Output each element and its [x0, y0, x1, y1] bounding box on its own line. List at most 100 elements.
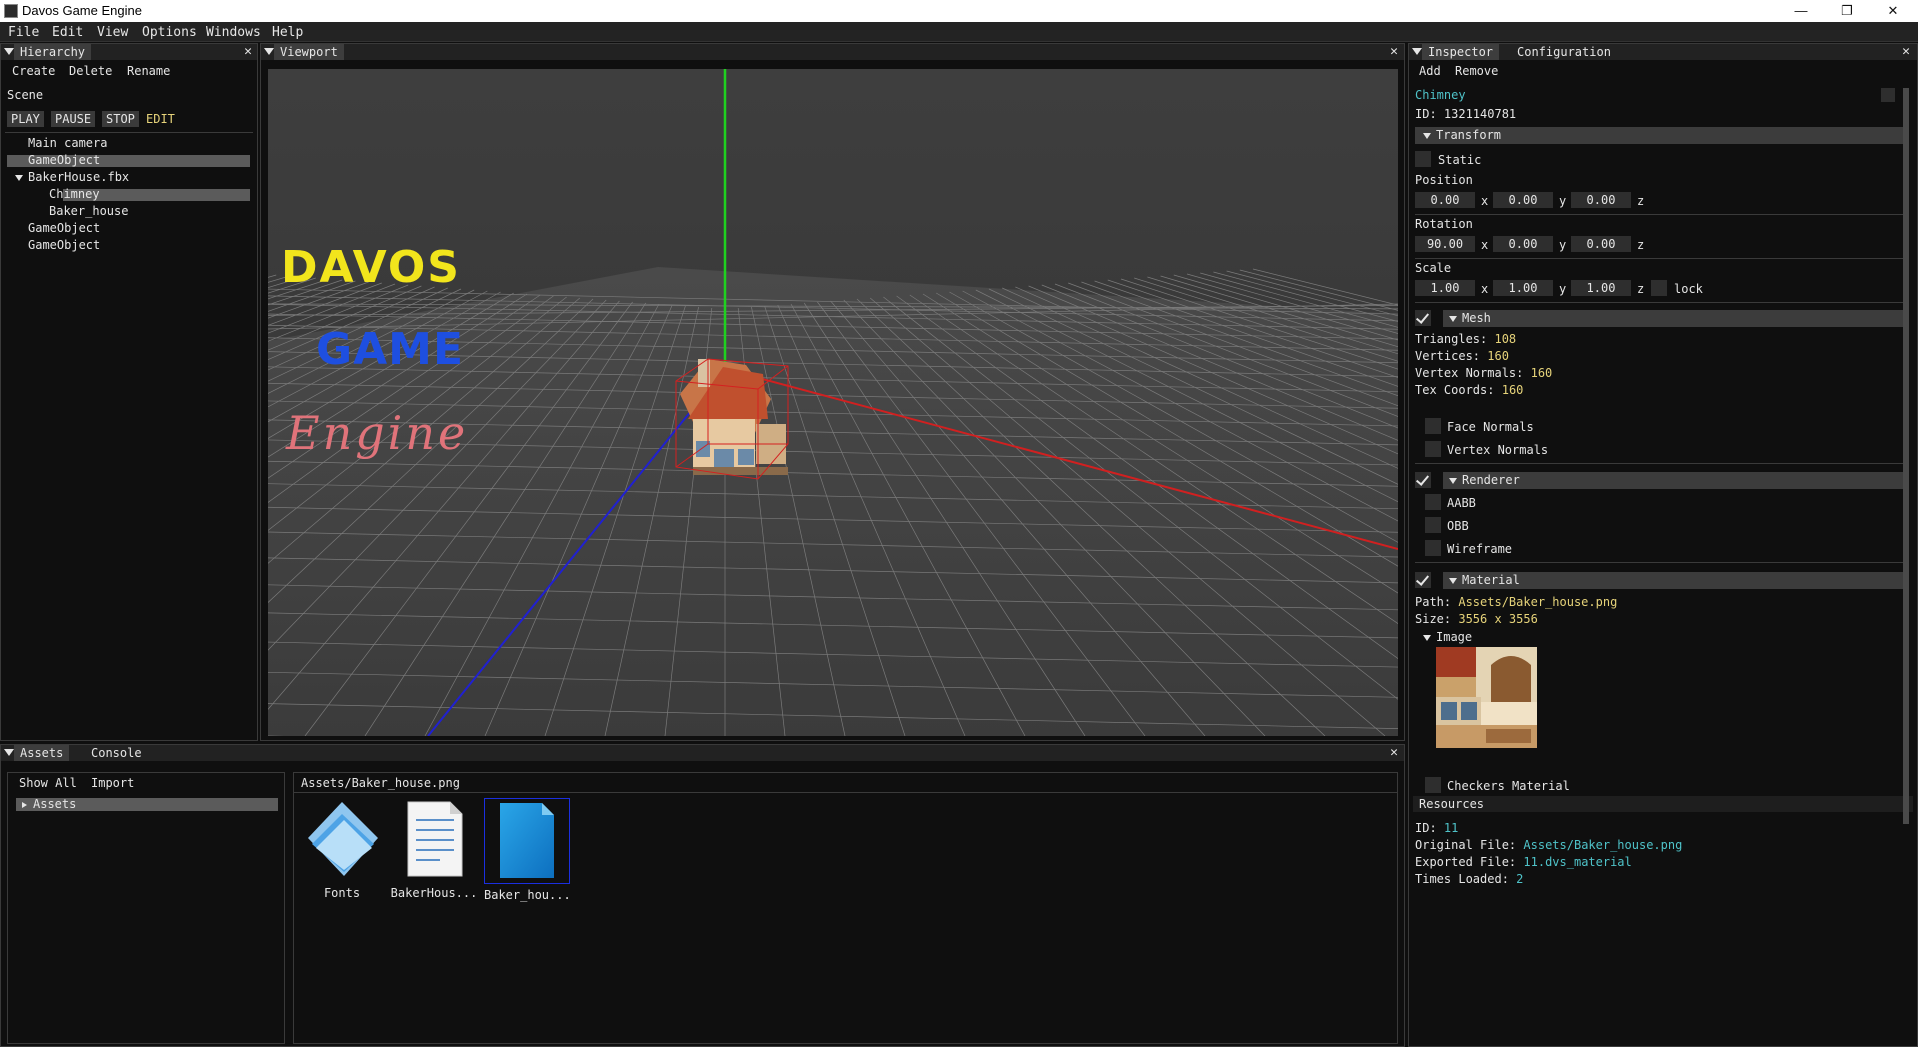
- tab-inspector[interactable]: Inspector: [1422, 44, 1500, 60]
- close-icon[interactable]: ✕: [241, 44, 255, 60]
- tree-item-bakerhouse[interactable]: BakerHouse.fbx: [15, 170, 129, 184]
- add-component-button[interactable]: Add: [1419, 64, 1441, 78]
- scale-lock-checkbox[interactable]: [1651, 280, 1667, 296]
- menu-view[interactable]: View: [97, 25, 128, 40]
- menu-edit[interactable]: Edit: [52, 25, 83, 40]
- menu-file[interactable]: File: [8, 25, 39, 40]
- tree-item-baker-house[interactable]: Baker_house: [49, 204, 128, 218]
- image-file-icon: [500, 803, 554, 878]
- mesh-tex-coords: Tex Coords: 160: [1415, 383, 1524, 397]
- mesh-header[interactable]: Mesh: [1443, 310, 1905, 327]
- tab-console[interactable]: Console: [85, 745, 148, 761]
- tree-item-gameobject[interactable]: GameObject: [28, 221, 100, 235]
- tab-assets[interactable]: Assets: [14, 745, 70, 761]
- inspector-scrollbar[interactable]: [1903, 88, 1909, 824]
- rename-button[interactable]: Rename: [127, 64, 170, 78]
- close-icon[interactable]: ✕: [1387, 745, 1401, 761]
- active-checkbox[interactable]: [1881, 88, 1895, 102]
- scale-y-field[interactable]: 1.00: [1493, 280, 1553, 296]
- resource-times-loaded: Times Loaded: 2: [1415, 872, 1524, 886]
- position-x-field[interactable]: 0.00: [1415, 192, 1475, 208]
- mesh-enabled-checkbox[interactable]: [1415, 310, 1431, 326]
- tab-configuration[interactable]: Configuration: [1511, 44, 1617, 60]
- position-z-field[interactable]: 0.00: [1571, 192, 1631, 208]
- static-checkbox[interactable]: [1415, 151, 1431, 167]
- menu-windows[interactable]: Windows: [206, 25, 261, 40]
- logo-game: GAME: [316, 324, 465, 375]
- rotation-x-field[interactable]: 90.00: [1415, 236, 1475, 252]
- asset-item-baker-house-png[interactable]: Baker_hou...: [484, 798, 571, 908]
- object-name[interactable]: Chimney: [1415, 88, 1466, 102]
- logo-engine: Engine: [286, 406, 469, 460]
- collapse-arrow-icon: [1449, 315, 1457, 322]
- viewport-panel: Viewport ✕ DAVOS GAME Engine: [260, 43, 1405, 741]
- checkers-material-label: Checkers Material: [1447, 779, 1570, 793]
- lock-label: lock: [1674, 282, 1703, 296]
- expand-arrow-icon[interactable]: [15, 174, 23, 181]
- menu-options[interactable]: Options: [142, 25, 197, 40]
- close-icon[interactable]: ✕: [1899, 44, 1913, 60]
- renderer-enabled-checkbox[interactable]: [1415, 472, 1431, 488]
- play-button[interactable]: PLAY: [7, 111, 44, 127]
- close-window-button[interactable]: ✕: [1870, 0, 1916, 22]
- material-header[interactable]: Material: [1443, 572, 1905, 589]
- collapse-icon[interactable]: [264, 48, 274, 55]
- assets-content-pane: Assets/Baker_house.png Fonts BakerHous..…: [293, 772, 1398, 1044]
- tab-viewport[interactable]: Viewport: [274, 44, 344, 60]
- create-button[interactable]: Create: [12, 64, 55, 78]
- delete-button[interactable]: Delete: [69, 64, 112, 78]
- scene-view[interactable]: [268, 69, 1398, 736]
- asset-item-bakerhouse-fbx[interactable]: BakerHous...: [390, 798, 478, 908]
- collapse-icon[interactable]: [1412, 48, 1422, 55]
- mesh-vertex-normals: Vertex Normals: 160: [1415, 366, 1553, 380]
- collapse-icon[interactable]: [4, 749, 14, 756]
- object-id: ID: 1321140781: [1415, 107, 1517, 121]
- tree-item-assets[interactable]: Assets: [22, 797, 76, 811]
- tree-item-main-camera[interactable]: Main camera: [28, 136, 107, 150]
- aabb-label: AABB: [1447, 496, 1476, 510]
- document-icon: [407, 801, 463, 877]
- scale-x-field[interactable]: 1.00: [1415, 280, 1475, 296]
- remove-component-button[interactable]: Remove: [1455, 64, 1498, 78]
- viewport-tabbar: Viewport ✕: [261, 44, 1404, 60]
- scene-label: Scene: [7, 88, 44, 102]
- expand-arrow-icon[interactable]: [22, 801, 27, 808]
- material-enabled-checkbox[interactable]: [1415, 572, 1431, 588]
- material-path: Path: Assets/Baker_house.png: [1415, 595, 1618, 609]
- tree-item-gameobject[interactable]: GameObject: [28, 238, 100, 252]
- obb-checkbox[interactable]: [1425, 517, 1441, 533]
- tab-hierarchy[interactable]: Hierarchy: [14, 44, 92, 60]
- aabb-checkbox[interactable]: [1425, 494, 1441, 510]
- minimize-button[interactable]: —: [1778, 0, 1824, 22]
- scale-label: Scale: [1415, 261, 1452, 275]
- renderer-header[interactable]: Renderer: [1443, 472, 1905, 489]
- asset-item-fonts[interactable]: Fonts: [302, 798, 382, 908]
- image-tree-node[interactable]: Image: [1423, 630, 1472, 644]
- tree-item-chimney[interactable]: Chimney: [49, 187, 100, 201]
- inspector-tabbar: Inspector Configuration ✕: [1409, 44, 1917, 60]
- show-all-button[interactable]: Show All: [19, 776, 77, 790]
- menu-help[interactable]: Help: [272, 25, 303, 40]
- resource-id: ID: 11: [1415, 821, 1459, 835]
- wireframe-checkbox[interactable]: [1425, 540, 1441, 556]
- material-size: Size: 3556 x 3556: [1415, 612, 1538, 626]
- collapse-icon[interactable]: [4, 48, 14, 55]
- texture-preview: [1436, 647, 1537, 748]
- pause-button[interactable]: PAUSE: [51, 111, 96, 127]
- face-normals-checkbox[interactable]: [1425, 418, 1441, 434]
- stop-button[interactable]: STOP: [102, 111, 139, 127]
- import-button[interactable]: Import: [91, 776, 134, 790]
- tree-item-gameobject[interactable]: GameObject: [28, 153, 100, 167]
- close-icon[interactable]: ✕: [1387, 44, 1401, 60]
- rotation-z-field[interactable]: 0.00: [1571, 236, 1631, 252]
- vertex-normals-checkbox[interactable]: [1425, 441, 1441, 457]
- obb-label: OBB: [1447, 519, 1469, 533]
- position-y-field[interactable]: 0.00: [1493, 192, 1553, 208]
- assets-path: Assets/Baker_house.png: [301, 776, 460, 790]
- checkers-material-checkbox[interactable]: [1425, 777, 1441, 793]
- rotation-y-field[interactable]: 0.00: [1493, 236, 1553, 252]
- transform-header[interactable]: Transform: [1415, 127, 1905, 144]
- restore-button[interactable]: ❐: [1824, 0, 1870, 22]
- scale-z-field[interactable]: 1.00: [1571, 280, 1631, 296]
- window-title: Davos Game Engine: [22, 3, 142, 18]
